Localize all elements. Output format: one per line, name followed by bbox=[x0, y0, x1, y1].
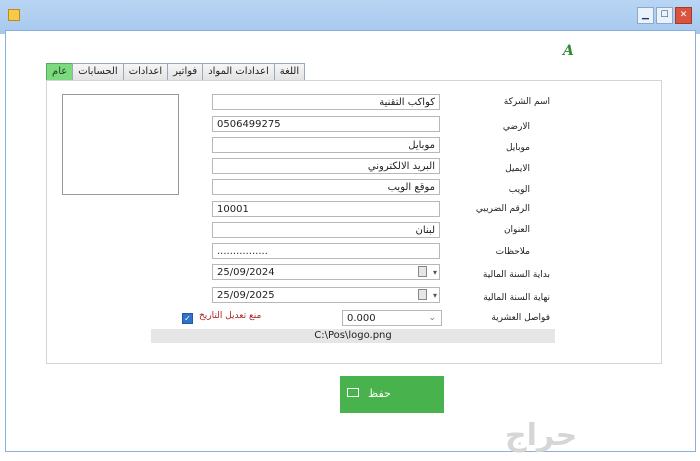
chevron-down-icon[interactable]: ▾ bbox=[433, 289, 437, 302]
app-logo: A bbox=[563, 43, 574, 59]
notes-field[interactable]: ................ bbox=[212, 243, 440, 259]
tab-accounts[interactable]: الحسابات bbox=[72, 63, 124, 81]
monitor-icon bbox=[347, 388, 359, 397]
fiscal-start-value: 25/09/2024 bbox=[217, 267, 275, 278]
fiscal-end-date-picker[interactable]: 25/09/2025 ▾ bbox=[212, 287, 440, 303]
prevent-date-edit-checkbox[interactable]: ✓ bbox=[182, 313, 193, 324]
landline-label: الارضي bbox=[502, 122, 530, 132]
tab-items-settings[interactable]: اعدادات المواد bbox=[202, 63, 275, 81]
mobile-label: موبايل bbox=[505, 143, 530, 153]
window-controls: ▁ ☐ ✕ bbox=[637, 7, 692, 24]
tax-number-label: الرقم الضريبي bbox=[475, 204, 530, 214]
address-label: العنوان bbox=[503, 225, 530, 235]
decimals-value: 0.000 bbox=[347, 313, 376, 324]
app-icon bbox=[8, 9, 20, 21]
web-field[interactable]: موقع الويب bbox=[212, 179, 440, 195]
email-label: الايميل bbox=[505, 164, 530, 174]
chevron-down-icon[interactable]: ▾ bbox=[433, 266, 437, 279]
tab-language[interactable]: اللغة bbox=[273, 63, 306, 81]
logo-image-box[interactable] bbox=[62, 94, 179, 195]
tax-number-field[interactable]: 10001 bbox=[212, 201, 440, 217]
tab-invoices[interactable]: فواتير bbox=[167, 63, 204, 81]
prevent-date-edit-label: منع تعديل التاريخ bbox=[199, 311, 262, 321]
tab-strip: عام الحسابات اعدادات فواتير اعدادات المو… bbox=[46, 63, 306, 83]
company-name-label: اسم الشركة bbox=[503, 97, 550, 107]
save-button[interactable]: حفظ bbox=[340, 376, 444, 413]
decimals-select[interactable]: 0.000 ⌄ bbox=[342, 310, 442, 326]
minimize-button[interactable]: ▁ bbox=[637, 7, 654, 24]
calendar-icon[interactable] bbox=[418, 289, 427, 300]
title-bar: ▁ ☐ ✕ bbox=[0, 0, 700, 34]
decimals-label: فواصل العشرية bbox=[491, 313, 550, 323]
watermark: حراج bbox=[505, 418, 578, 453]
fiscal-end-label: نهاية السنة المالية bbox=[483, 293, 550, 303]
save-button-label: حفظ bbox=[368, 387, 391, 400]
company-name-field[interactable]: كواكب التقنية bbox=[212, 94, 440, 110]
fiscal-end-value: 25/09/2025 bbox=[217, 290, 275, 301]
notes-label: ملاحظات bbox=[495, 247, 530, 257]
tab-settings[interactable]: اعدادات bbox=[122, 63, 169, 81]
address-field[interactable]: لبنان bbox=[212, 222, 440, 238]
mobile-field[interactable]: موبايل bbox=[212, 137, 440, 153]
email-field[interactable]: البريد الالكتروني bbox=[212, 158, 440, 174]
maximize-button[interactable]: ☐ bbox=[656, 7, 673, 24]
logo-path: C:\Pos\logo.png bbox=[151, 329, 555, 343]
fiscal-start-label: بداية السنة المالية bbox=[482, 270, 550, 280]
landline-field[interactable]: 0506499275 bbox=[212, 116, 440, 132]
fiscal-start-date-picker[interactable]: 25/09/2024 ▾ bbox=[212, 264, 440, 280]
chevron-down-icon[interactable]: ⌄ bbox=[428, 312, 436, 325]
close-button[interactable]: ✕ bbox=[675, 7, 692, 24]
calendar-icon[interactable] bbox=[418, 266, 427, 277]
web-label: الويب bbox=[508, 185, 530, 195]
